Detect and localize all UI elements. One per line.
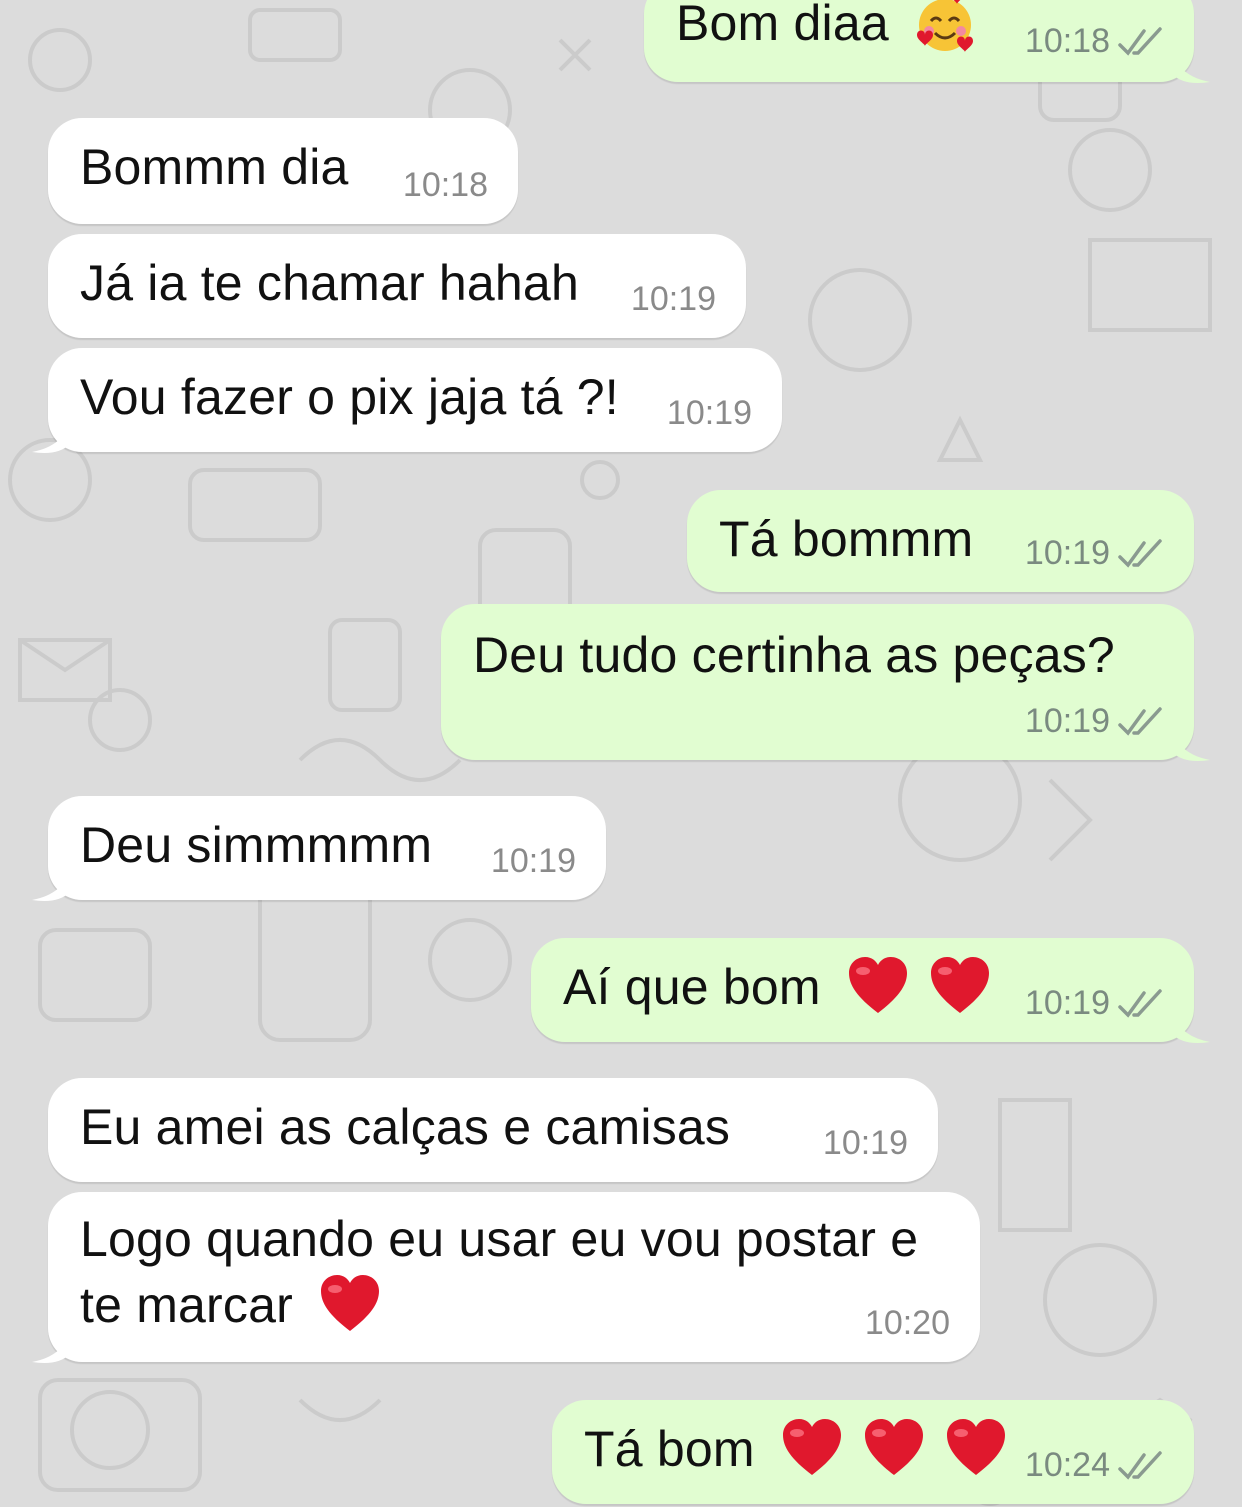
message-time: 10:19 [666,394,752,432]
bubble-tail [1172,1010,1210,1043]
red-heart-emoji [947,1418,1005,1475]
message-time: 10:19 [1024,984,1110,1022]
message-bubble-incoming[interactable]: Deu simmmmm 10:19 [32,796,606,901]
message-bubble-outgoing[interactable]: Tá bom 10:24 [552,1400,1194,1504]
message-text-line-1: Logo quando eu usar eu vou postar e [80,1211,919,1267]
message-bubble-incoming[interactable]: Já ia te chamar hahah 10:19 [48,234,746,338]
message-time: 10:19 [630,280,716,318]
read-ticks-icon [1118,1450,1162,1480]
message-time: 10:19 [822,1124,908,1162]
message-bubble-outgoing[interactable]: Aí que bom 10:19 [531,938,1210,1043]
message-text: Tá bommm [719,511,974,567]
message-bubble-incoming[interactable]: Logo quando eu usar eu vou postar e te m… [32,1192,980,1363]
smiling-face-with-hearts-emoji [916,0,973,52]
message-text: Deu tudo certinha as peças? [473,627,1115,683]
read-ticks-icon [1118,706,1162,736]
red-heart-emoji [782,1418,841,1475]
message-bubble-incoming[interactable]: Bommm dia 10:18 [48,118,518,224]
message-bubble-outgoing[interactable]: Deu tudo certinha as peças? 10:19 [441,604,1210,761]
bubble-tail [1172,50,1210,83]
bubble-tail [32,1330,70,1363]
read-ticks-icon [1118,988,1162,1018]
message-text: Aí que bom [563,959,821,1015]
message-time: 10:19 [1024,702,1110,740]
message-time: 10:19 [1024,534,1110,572]
bubble-tail [32,868,70,901]
message-time: 10:18 [402,166,488,204]
red-heart-emoji [930,956,989,1013]
message-text: Eu amei as calças e camisas [80,1099,731,1155]
message-text: Tá bom [584,1421,755,1477]
message-text: Bom diaa [676,0,889,51]
message-time: 10:18 [1024,22,1110,60]
message-bubble-incoming[interactable]: Vou fazer o pix jaja tá ?! 10:19 [32,348,782,453]
bubble-tail [1172,728,1210,761]
message-bubble-outgoing[interactable]: Bom diaa 10:18 [644,0,1210,83]
message-time: 10:19 [490,842,576,880]
bubble-tail [32,420,70,453]
message-time: 10:20 [864,1304,950,1342]
message-bubble-incoming[interactable]: Eu amei as calças e camisas 10:19 [48,1078,938,1182]
read-ticks-icon [1118,26,1162,56]
message-text: Já ia te chamar hahah [80,255,579,311]
message-time: 10:24 [1024,1446,1110,1484]
red-heart-emoji [321,1274,380,1331]
chat-area[interactable]: Bom diaa 10:18 Bommm dia 10:18 Já ia te … [0,0,1242,1507]
message-text: Vou fazer o pix jaja tá ?! [80,369,619,425]
red-heart-emoji [848,956,907,1013]
red-heart-emoji [864,1418,923,1475]
message-bubble-outgoing[interactable]: Tá bommm 10:19 [687,490,1194,592]
message-text: Bommm dia [80,139,349,195]
read-ticks-icon [1118,538,1162,568]
message-text: Deu simmmmm [80,817,433,873]
message-text-line-2: te marcar [80,1277,293,1333]
